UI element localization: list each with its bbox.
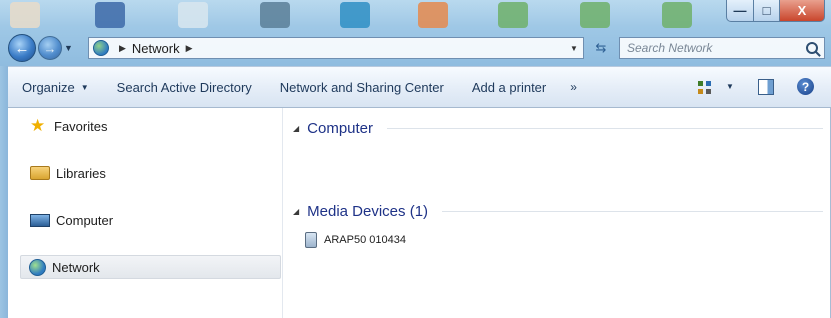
sidebar-item-computer[interactable]: Computer: [22, 208, 280, 232]
taskbar-thumbnails: [0, 0, 831, 30]
collapse-triangle-icon[interactable]: ◢: [293, 124, 299, 133]
group-title: Media Devices (1): [307, 202, 429, 220]
thumbnail: [662, 2, 692, 28]
breadcrumb-separator-icon[interactable]: ▶: [186, 43, 193, 54]
search-input[interactable]: Search Network: [619, 37, 825, 59]
recent-pages-dropdown-icon[interactable]: ▼: [64, 43, 73, 53]
sidebar-item-label: Network: [52, 259, 100, 275]
group-divider: [442, 210, 823, 212]
network-globe-icon: [93, 40, 109, 56]
window-frame-left: [0, 66, 8, 318]
group-header-media-devices[interactable]: ◢ Media Devices (1): [293, 201, 823, 221]
forward-arrow-icon: →: [43, 40, 57, 56]
device-name: ARAP50 010434: [324, 234, 406, 246]
sidebar-item-libraries[interactable]: Libraries: [22, 161, 280, 185]
sidebar-item-label: Favorites: [54, 118, 108, 134]
thumbnail: [178, 2, 208, 28]
star-icon: ★: [30, 116, 46, 135]
thumbnail: [340, 2, 370, 28]
sidebar-item-label: Computer: [56, 212, 114, 228]
group-title: Computer: [307, 119, 374, 137]
thumbnail: [95, 2, 125, 28]
close-button[interactable]: X: [780, 0, 825, 22]
refresh-button[interactable]: ⇆: [589, 37, 613, 59]
refresh-icon: ⇆: [595, 40, 607, 55]
title-bar: — □ X ← → ▼ ▶ Network ▶ ▼ ⇆ Search Netwo…: [0, 0, 831, 66]
breadcrumb-network[interactable]: Network: [132, 41, 180, 56]
address-dropdown-icon[interactable]: ▼: [565, 44, 583, 53]
navigation-pane: ★ Favorites Libraries Computer Network: [8, 108, 283, 318]
sidebar-item-label: Libraries: [56, 165, 106, 181]
preview-pane-icon[interactable]: [758, 79, 774, 95]
view-options-dropdown-icon[interactable]: ▼: [726, 82, 734, 91]
breadcrumb-separator-icon[interactable]: ▶: [119, 43, 126, 54]
search-icon[interactable]: [806, 42, 818, 54]
network-sharing-center-button[interactable]: Network and Sharing Center: [266, 73, 458, 101]
network-icon: [29, 258, 46, 276]
organize-button[interactable]: Organize ▼: [8, 73, 103, 101]
media-device-icon: [305, 232, 317, 248]
help-icon[interactable]: ?: [797, 78, 814, 95]
sidebar-item-favorites[interactable]: ★ Favorites: [22, 114, 280, 138]
thumbnail: [260, 2, 290, 28]
change-view-icon[interactable]: [698, 81, 711, 94]
forward-button[interactable]: →: [38, 36, 62, 60]
organize-label: Organize: [22, 79, 75, 95]
more-commands-button[interactable]: »: [560, 73, 587, 101]
search-placeholder: Search Network: [627, 41, 713, 55]
address-bar[interactable]: ▶ Network ▶ ▼: [88, 37, 584, 59]
window-controls: — □ X: [726, 0, 825, 22]
group-divider: [387, 127, 823, 129]
thumbnail: [580, 2, 610, 28]
computer-icon: [30, 213, 50, 227]
sidebar-item-network[interactable]: Network: [20, 255, 281, 279]
add-printer-button[interactable]: Add a printer: [458, 73, 560, 101]
chevron-down-icon: ▼: [80, 82, 89, 92]
library-icon: [30, 166, 50, 180]
thumbnail: [10, 2, 40, 28]
back-arrow-icon: ←: [14, 39, 30, 57]
navigation-buttons: ← → ▼: [8, 34, 73, 62]
back-button[interactable]: ←: [8, 34, 36, 62]
thumbnail: [498, 2, 528, 28]
content-area: ◢ Computer ◢ Media Devices (1) ARAP50 01…: [283, 108, 830, 318]
list-item[interactable]: ARAP50 010434: [305, 232, 406, 248]
command-bar: Organize ▼ Search Active Directory Netwo…: [8, 66, 831, 108]
minimize-button[interactable]: —: [726, 0, 754, 22]
search-active-directory-button[interactable]: Search Active Directory: [103, 73, 266, 101]
group-header-computer[interactable]: ◢ Computer: [293, 118, 823, 138]
maximize-button[interactable]: □: [754, 0, 780, 22]
collapse-triangle-icon[interactable]: ◢: [293, 207, 299, 216]
thumbnail: [418, 2, 448, 28]
